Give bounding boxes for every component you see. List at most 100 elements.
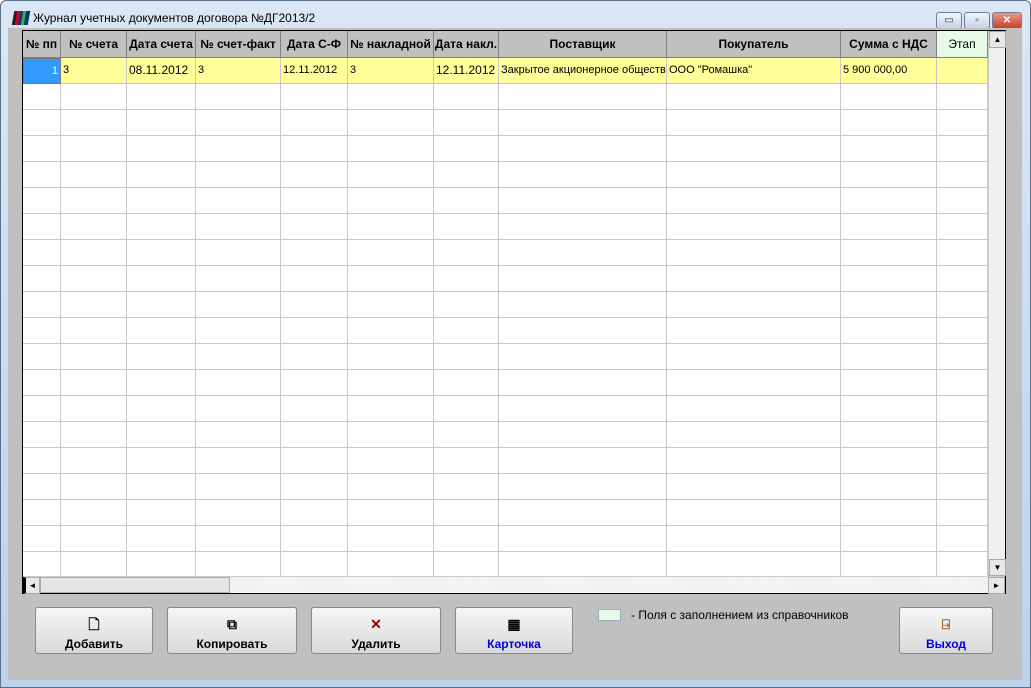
table-cell[interactable] bbox=[499, 448, 667, 474]
table-cell[interactable] bbox=[348, 110, 434, 136]
table-cell[interactable] bbox=[499, 214, 667, 240]
table-cell[interactable] bbox=[937, 84, 988, 110]
table-row[interactable]: 1 3 08.11.2012 3 12.11.2012 3 12.11.2012 Закрыт… bbox=[23, 58, 988, 84]
table-cell[interactable] bbox=[937, 266, 988, 292]
table-cell[interactable] bbox=[127, 266, 196, 292]
table-cell[interactable] bbox=[23, 84, 61, 110]
table-cell[interactable] bbox=[499, 162, 667, 188]
table-cell[interactable] bbox=[348, 214, 434, 240]
table-cell[interactable] bbox=[61, 110, 127, 136]
table-cell[interactable] bbox=[499, 500, 667, 526]
table-cell[interactable] bbox=[348, 162, 434, 188]
table-cell[interactable] bbox=[937, 188, 988, 214]
table-cell[interactable] bbox=[61, 162, 127, 188]
table-cell[interactable] bbox=[23, 422, 61, 448]
table-cell[interactable] bbox=[23, 370, 61, 396]
copy-button[interactable]: ⧉ Копировать bbox=[167, 607, 297, 654]
table-cell[interactable] bbox=[196, 136, 281, 162]
table-cell[interactable] bbox=[23, 188, 61, 214]
table-cell[interactable] bbox=[841, 266, 937, 292]
table-cell[interactable] bbox=[499, 552, 667, 578]
table-cell[interactable] bbox=[937, 292, 988, 318]
add-button[interactable]: 🗋 Добавить bbox=[35, 607, 153, 654]
table-cell[interactable] bbox=[499, 136, 667, 162]
table-cell[interactable] bbox=[499, 240, 667, 266]
table-cell[interactable] bbox=[61, 396, 127, 422]
table-cell[interactable] bbox=[127, 344, 196, 370]
scroll-thumb[interactable] bbox=[40, 577, 230, 593]
table-cell[interactable] bbox=[667, 526, 841, 552]
table-cell[interactable] bbox=[937, 552, 988, 578]
table-cell[interactable]: 3 bbox=[196, 58, 281, 84]
table-cell[interactable] bbox=[667, 552, 841, 578]
table-cell[interactable] bbox=[841, 292, 937, 318]
table-cell[interactable] bbox=[23, 474, 61, 500]
minimize-button[interactable]: ▭ bbox=[936, 12, 962, 29]
table-cell[interactable] bbox=[348, 240, 434, 266]
table-cell[interactable] bbox=[667, 292, 841, 318]
table-cell[interactable] bbox=[667, 318, 841, 344]
table-cell[interactable] bbox=[499, 318, 667, 344]
table-cell[interactable] bbox=[841, 214, 937, 240]
table-cell[interactable]: 08.11.2012 bbox=[127, 58, 196, 84]
table-row[interactable] bbox=[23, 526, 988, 552]
table-cell[interactable] bbox=[281, 266, 348, 292]
table-cell[interactable] bbox=[23, 552, 61, 578]
table-row[interactable] bbox=[23, 84, 988, 110]
table-cell[interactable] bbox=[841, 370, 937, 396]
table-cell[interactable] bbox=[841, 448, 937, 474]
table-cell[interactable] bbox=[841, 526, 937, 552]
table-cell[interactable] bbox=[61, 448, 127, 474]
table-cell[interactable] bbox=[23, 110, 61, 136]
table-cell[interactable] bbox=[61, 188, 127, 214]
table-cell[interactable] bbox=[23, 266, 61, 292]
column-header[interactable]: Сумма с НДС bbox=[841, 31, 937, 58]
table-cell[interactable] bbox=[127, 84, 196, 110]
table-row[interactable] bbox=[23, 318, 988, 344]
table-row[interactable] bbox=[23, 266, 988, 292]
table-row[interactable] bbox=[23, 188, 988, 214]
table-cell[interactable] bbox=[667, 84, 841, 110]
table-cell[interactable] bbox=[348, 370, 434, 396]
table-cell[interactable] bbox=[281, 136, 348, 162]
table-cell[interactable] bbox=[348, 266, 434, 292]
table-cell[interactable] bbox=[127, 214, 196, 240]
table-cell[interactable] bbox=[937, 58, 988, 84]
table-cell[interactable] bbox=[434, 526, 499, 552]
table-cell[interactable] bbox=[667, 188, 841, 214]
table-cell[interactable] bbox=[61, 344, 127, 370]
vertical-scrollbar[interactable]: ▲ ▼ bbox=[988, 31, 1006, 576]
table-cell[interactable] bbox=[841, 396, 937, 422]
table-cell[interactable] bbox=[434, 292, 499, 318]
table-cell[interactable] bbox=[499, 474, 667, 500]
maximize-button[interactable]: ▫ bbox=[964, 12, 990, 29]
table-cell[interactable] bbox=[127, 318, 196, 344]
horizontal-scrollbar[interactable]: ◄ ► bbox=[23, 576, 1005, 594]
table-cell[interactable] bbox=[281, 500, 348, 526]
table-cell[interactable] bbox=[196, 370, 281, 396]
table-row[interactable] bbox=[23, 214, 988, 240]
table-cell[interactable] bbox=[281, 84, 348, 110]
table-cell[interactable] bbox=[61, 370, 127, 396]
table-cell[interactable] bbox=[434, 214, 499, 240]
table-cell[interactable] bbox=[127, 292, 196, 318]
table-cell[interactable] bbox=[23, 240, 61, 266]
table-cell[interactable] bbox=[499, 84, 667, 110]
table-cell[interactable] bbox=[499, 188, 667, 214]
table-cell[interactable]: 12.11.2012 bbox=[281, 58, 348, 84]
table-cell[interactable] bbox=[499, 292, 667, 318]
table-row[interactable] bbox=[23, 292, 988, 318]
table-row[interactable] bbox=[23, 136, 988, 162]
table-cell[interactable] bbox=[499, 266, 667, 292]
table-cell[interactable] bbox=[434, 422, 499, 448]
table-cell[interactable] bbox=[434, 396, 499, 422]
table-cell[interactable] bbox=[937, 110, 988, 136]
table-cell[interactable] bbox=[196, 474, 281, 500]
table-row[interactable] bbox=[23, 500, 988, 526]
table-cell[interactable] bbox=[348, 422, 434, 448]
table-cell[interactable] bbox=[127, 474, 196, 500]
table-cell[interactable] bbox=[23, 162, 61, 188]
table-cell[interactable] bbox=[667, 266, 841, 292]
table-cell[interactable] bbox=[841, 84, 937, 110]
table-cell[interactable] bbox=[127, 448, 196, 474]
